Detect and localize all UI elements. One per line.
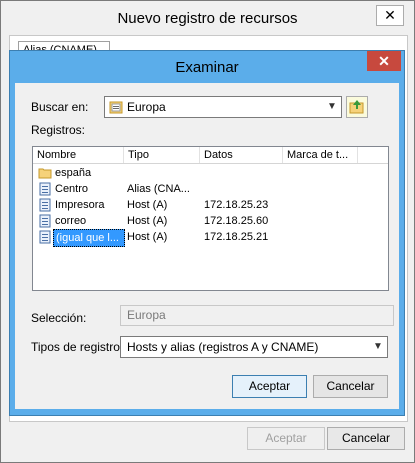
outer-dialog-title: Nuevo registro de recursos <box>117 10 298 27</box>
look-in-value: Europa <box>127 100 166 114</box>
record-icon <box>38 214 52 228</box>
list-item[interactable]: Centro Alias (CNA... <box>33 181 388 197</box>
selection-label: Selección: <box>31 311 87 325</box>
folder-icon <box>38 166 52 180</box>
browse-dialog-title: Examinar <box>175 59 239 76</box>
browse-accept-button[interactable]: Aceptar <box>232 375 307 398</box>
record-name: (igual que l... <box>53 229 125 247</box>
list-item[interactable]: Impresora Host (A) 172.18.25.23 <box>33 197 388 213</box>
record-type: Alias (CNA... <box>127 183 190 195</box>
record-data <box>204 165 280 181</box>
record-type: Host (A) <box>127 199 168 211</box>
outer-cancel-button[interactable]: Cancelar <box>327 427 405 450</box>
browse-title-bar[interactable]: Examinar <box>10 51 404 83</box>
list-item[interactable]: correo Host (A) 172.18.25.60 <box>33 213 388 229</box>
selection-field: Europa <box>120 305 394 326</box>
browse-cancel-button[interactable]: Cancelar <box>313 375 388 398</box>
record-data: 172.18.25.60 <box>204 215 269 227</box>
records-label: Registros: <box>31 123 86 137</box>
chevron-down-icon: ▼ <box>327 101 337 112</box>
records-list-header: Nombre Tipo Datos Marca de t... <box>33 147 388 164</box>
column-header-tipo[interactable]: Tipo <box>124 147 200 163</box>
record-type <box>127 165 197 181</box>
record-icon <box>38 198 52 212</box>
folder-icon <box>109 100 123 114</box>
chevron-down-icon: ▼ <box>373 341 383 352</box>
outer-title-bar[interactable]: Nuevo registro de recursos <box>1 1 414 35</box>
record-types-value: Hosts y alias (registros A y CNAME) <box>127 340 319 354</box>
look-in-combobox[interactable]: Europa ▼ <box>104 96 342 118</box>
column-header-datos[interactable]: Datos <box>200 147 283 163</box>
record-name: españa <box>55 167 92 179</box>
record-data: 172.18.25.21 <box>204 231 269 243</box>
folder-up-icon <box>347 100 367 120</box>
up-one-level-button[interactable] <box>346 96 368 118</box>
record-name: correo <box>55 215 87 227</box>
column-header-nombre[interactable]: Nombre <box>33 147 124 163</box>
column-header-marca[interactable]: Marca de t... <box>283 147 358 163</box>
record-icon <box>38 182 52 196</box>
record-type: Host (A) <box>127 231 168 243</box>
record-data: 172.18.25.23 <box>204 199 269 211</box>
record-type: Host (A) <box>127 215 168 227</box>
record-icon <box>38 230 52 244</box>
record-types-label: Tipos de registro: <box>31 340 124 354</box>
record-name: Impresora <box>55 199 105 211</box>
browse-close-button[interactable]: ✕ <box>367 51 401 71</box>
record-data <box>204 181 280 197</box>
list-item[interactable]: españa <box>33 165 388 181</box>
record-name: Centro <box>55 183 89 195</box>
outer-accept-button[interactable]: Aceptar <box>247 427 325 450</box>
list-item-selected[interactable]: (igual que l... Host (A) 172.18.25.21 <box>33 229 388 247</box>
look-in-label: Buscar en: <box>31 100 89 114</box>
record-types-combobox[interactable]: Hosts y alias (registros A y CNAME) ▼ <box>120 336 388 358</box>
records-list[interactable]: Nombre Tipo Datos Marca de t... españa C… <box>32 146 389 291</box>
outer-close-button[interactable]: ✕ <box>376 5 404 26</box>
